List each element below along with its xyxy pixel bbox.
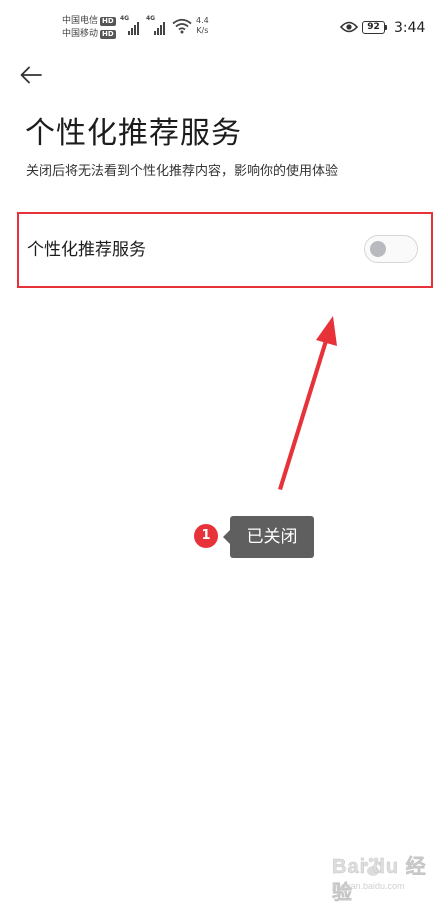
carrier-2-name: 中国移动 [62, 29, 99, 39]
net-speed-unit: K/s [196, 26, 209, 35]
page-subtitle: 关闭后将无法看到个性化推荐内容，影响你的使用体验 [26, 164, 339, 179]
network-tag: 4G [146, 15, 156, 22]
wifi-icon [172, 18, 192, 34]
step-number-badge: 1 [194, 524, 218, 548]
signal-icon: 4G [146, 15, 165, 35]
carrier-1-name: 中国电信 [62, 16, 99, 26]
setting-label: 个性化推荐服务 [27, 240, 146, 260]
network-tag: 4G [120, 15, 130, 22]
hd-badge: HD [100, 17, 116, 26]
battery-tip [385, 25, 387, 30]
battery-icon: 92 [362, 21, 385, 34]
callout-label: 已关闭 [230, 516, 314, 558]
signal-icon: 4G [120, 15, 139, 35]
status-clock: 3:44 [394, 20, 426, 36]
back-button[interactable] [14, 58, 48, 92]
recommendation-toggle[interactable] [364, 235, 418, 263]
setting-row-personalized-recommendation[interactable]: 个性化推荐服务 [20, 214, 430, 286]
watermark-text: Bai du 经验 [332, 856, 427, 902]
battery-level: 92 [367, 22, 380, 32]
callout-pointer [223, 530, 230, 544]
page-title: 个性化推荐服务 [25, 116, 242, 151]
watermark-sub: jingyan.baidu.com [332, 881, 405, 891]
hd-badge: HD [100, 30, 116, 39]
net-speed-value: 4.4 [196, 16, 209, 25]
carrier-info: 中国电信 HD 中国移动 HD [62, 15, 116, 41]
eye-icon [340, 21, 358, 33]
arrow-left-icon [20, 66, 42, 84]
status-bar: 中国电信 HD 中国移动 HD 4G 4G 4.4 K/s 92 3:44 [0, 0, 446, 48]
screen: 中国电信 HD 中国移动 HD 4G 4G 4.4 K/s 92 3:44 个性… [0, 0, 446, 902]
toggle-knob [370, 241, 386, 257]
net-speed: 4.4 K/s [196, 16, 209, 36]
baidu-jingyan-watermark: Bai du 经验 jingyan.baidu.com [326, 852, 436, 902]
